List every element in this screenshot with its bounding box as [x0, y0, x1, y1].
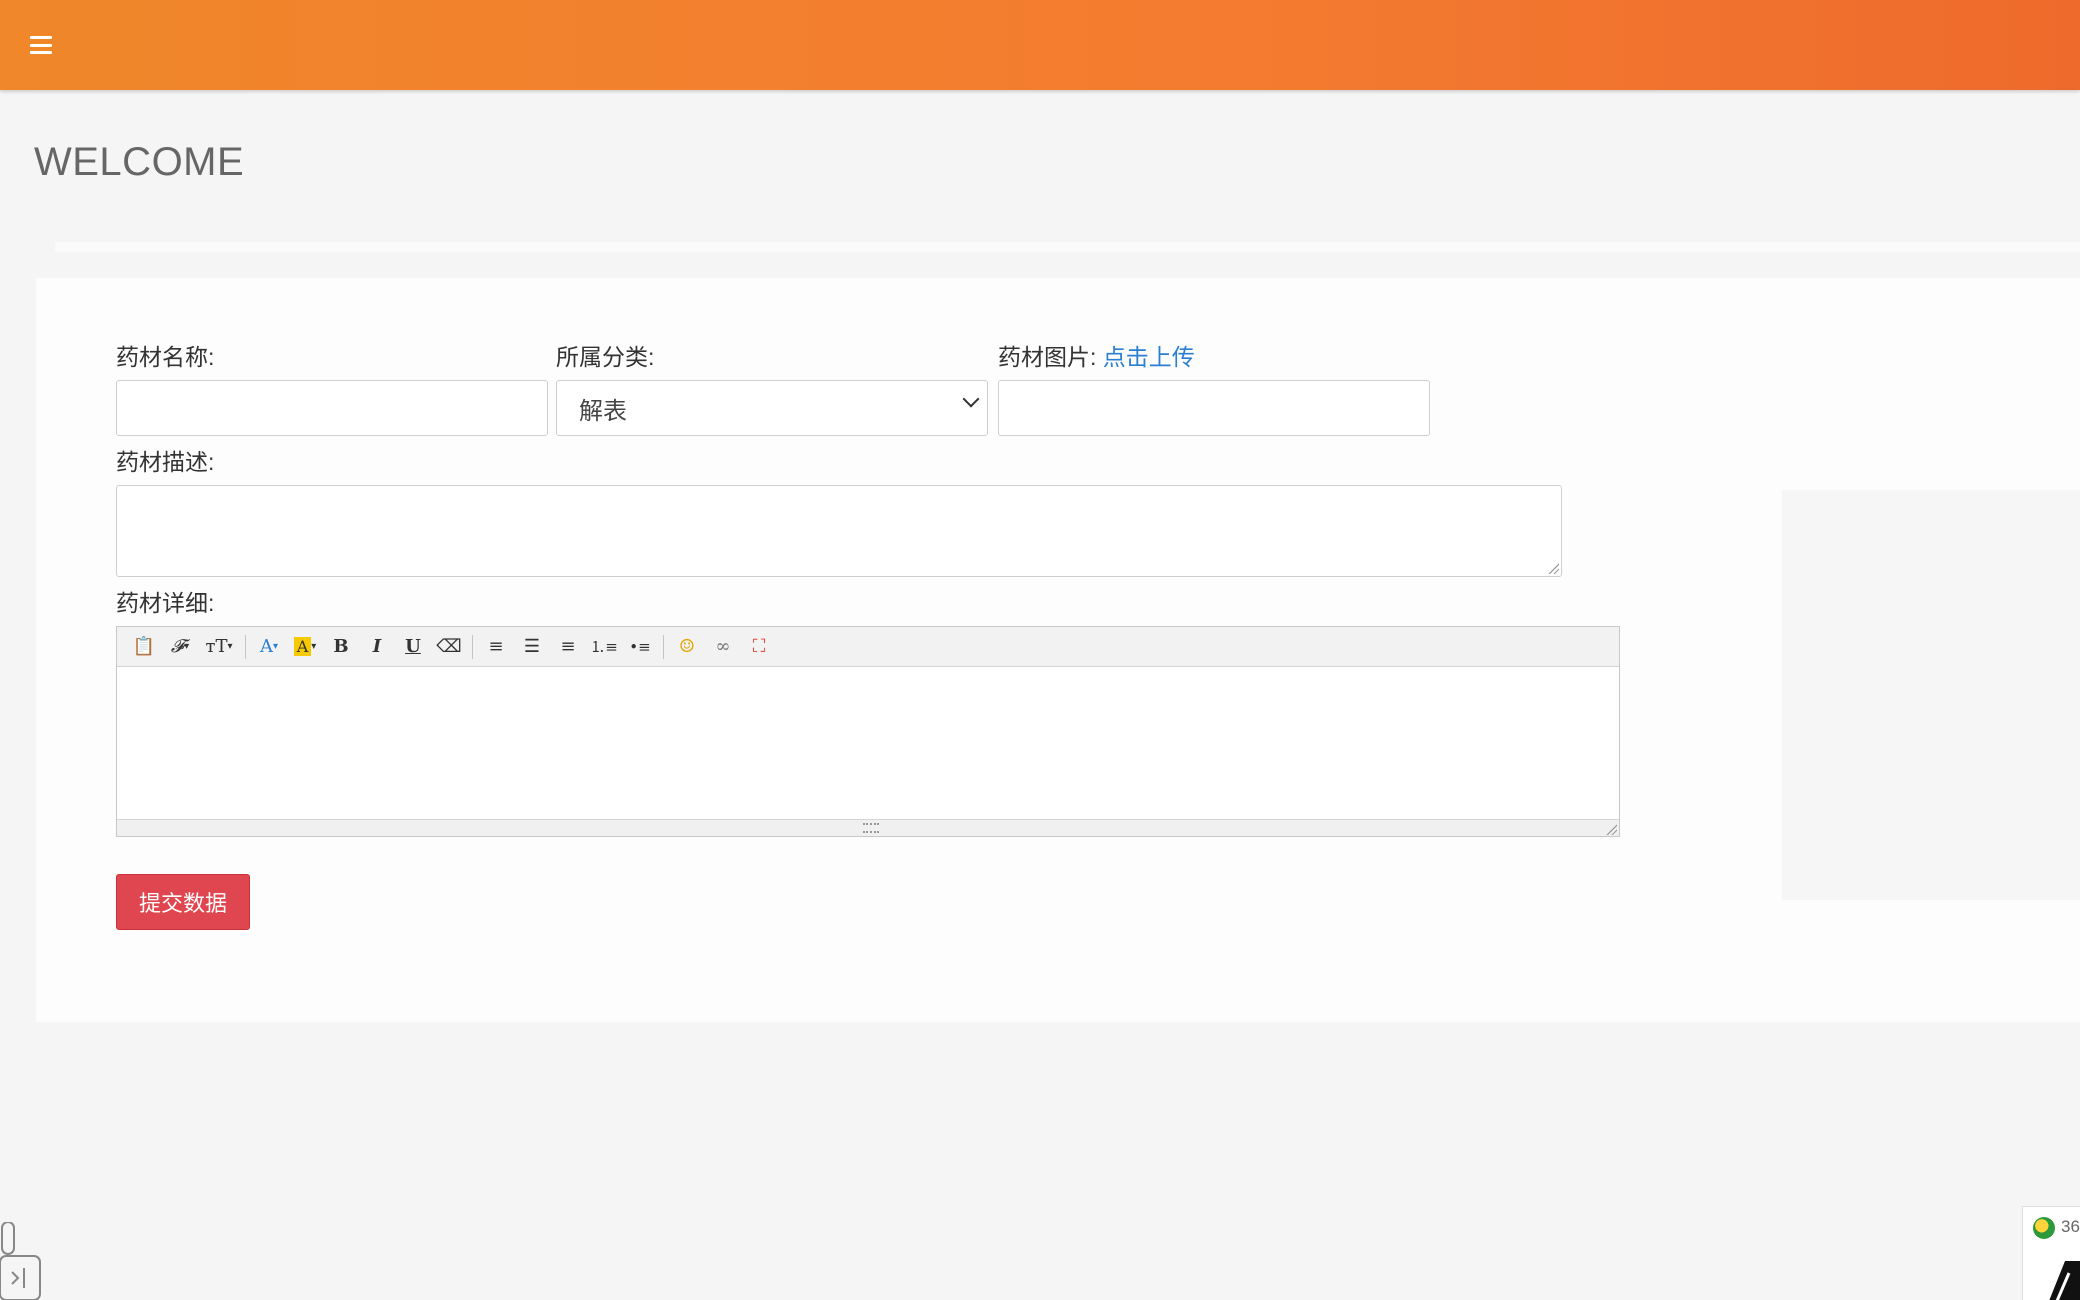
description-textarea[interactable] [116, 485, 1562, 577]
header-divider [55, 242, 2080, 252]
tray-badge-icon [2033, 1217, 2055, 1239]
underline-icon[interactable]: U [398, 632, 428, 662]
toolbar-separator [663, 634, 664, 659]
drag-handle-icon[interactable] [863, 823, 879, 833]
rich-text-editor: 📋 𝓕 ▾ ᴛT ▾ A ▾ A ▾ B I U ⌫ ≡ ☰ ≡ ⒈≡ •≡ ☺ ∞ ⛶ [116, 626, 1620, 837]
assistant-widget-icon[interactable] [0, 1221, 44, 1300]
tray-widget[interactable]: 36 [2022, 1206, 2080, 1300]
toolbar-separator [472, 634, 473, 659]
toolbar-separator [245, 634, 246, 659]
italic-icon[interactable]: I [362, 632, 392, 662]
detail-label: 药材详细: [116, 590, 215, 616]
align-left-icon[interactable]: ≡ [481, 632, 511, 662]
ordered-list-icon[interactable]: ⒈≡ [589, 632, 619, 662]
image-label: 药材图片: [998, 344, 1097, 370]
editor-content-area[interactable] [117, 668, 1619, 820]
clear-format-icon[interactable]: ⌫ [434, 632, 464, 662]
page-title: WELCOME [34, 140, 245, 184]
resize-grip-icon[interactable] [1605, 823, 1617, 835]
panel-shade [1782, 490, 2080, 900]
font-color-icon[interactable]: A ▾ [254, 632, 284, 662]
editor-toolbar: 📋 𝓕 ▾ ᴛT ▾ A ▾ A ▾ B I U ⌫ ≡ ☰ ≡ ⒈≡ •≡ ☺ ∞ ⛶ [117, 627, 1619, 667]
hamburger-menu-icon[interactable] [30, 36, 52, 54]
submit-button[interactable]: 提交数据 [116, 874, 250, 930]
highlight-color-icon[interactable]: A ▾ [290, 632, 320, 662]
category-label: 所属分类: [556, 344, 655, 370]
font-size-icon[interactable]: ᴛT ▾ [201, 632, 237, 662]
resize-grip-icon[interactable] [1547, 562, 1559, 574]
paste-icon[interactable]: 📋 [129, 632, 159, 662]
category-select[interactable]: 解表 [556, 380, 988, 436]
chevron-down-icon [962, 390, 980, 408]
name-label: 药材名称: [116, 344, 215, 370]
font-family-icon[interactable]: 𝓕 ▾ [165, 632, 195, 662]
fullscreen-icon[interactable]: ⛶ [744, 632, 774, 662]
editor-statusbar [117, 819, 1619, 836]
tray-badge-text: 36 [2061, 1217, 2080, 1236]
image-input[interactable] [998, 380, 1430, 436]
top-navbar [0, 0, 2080, 90]
description-label: 药材描述: [116, 449, 215, 475]
link-icon[interactable]: ∞ [708, 632, 738, 662]
category-selected-value: 解表 [579, 397, 627, 425]
unordered-list-icon[interactable]: •≡ [625, 632, 655, 662]
name-input[interactable] [116, 380, 548, 436]
bold-icon[interactable]: B [326, 632, 356, 662]
align-right-icon[interactable]: ≡ [553, 632, 583, 662]
align-center-icon[interactable]: ☰ [517, 632, 547, 662]
upload-link[interactable]: 点击上传 [1103, 344, 1195, 370]
emoji-icon[interactable]: ☺ [672, 632, 702, 662]
image-label-row: 药材图片: 点击上传 [998, 338, 1195, 372]
